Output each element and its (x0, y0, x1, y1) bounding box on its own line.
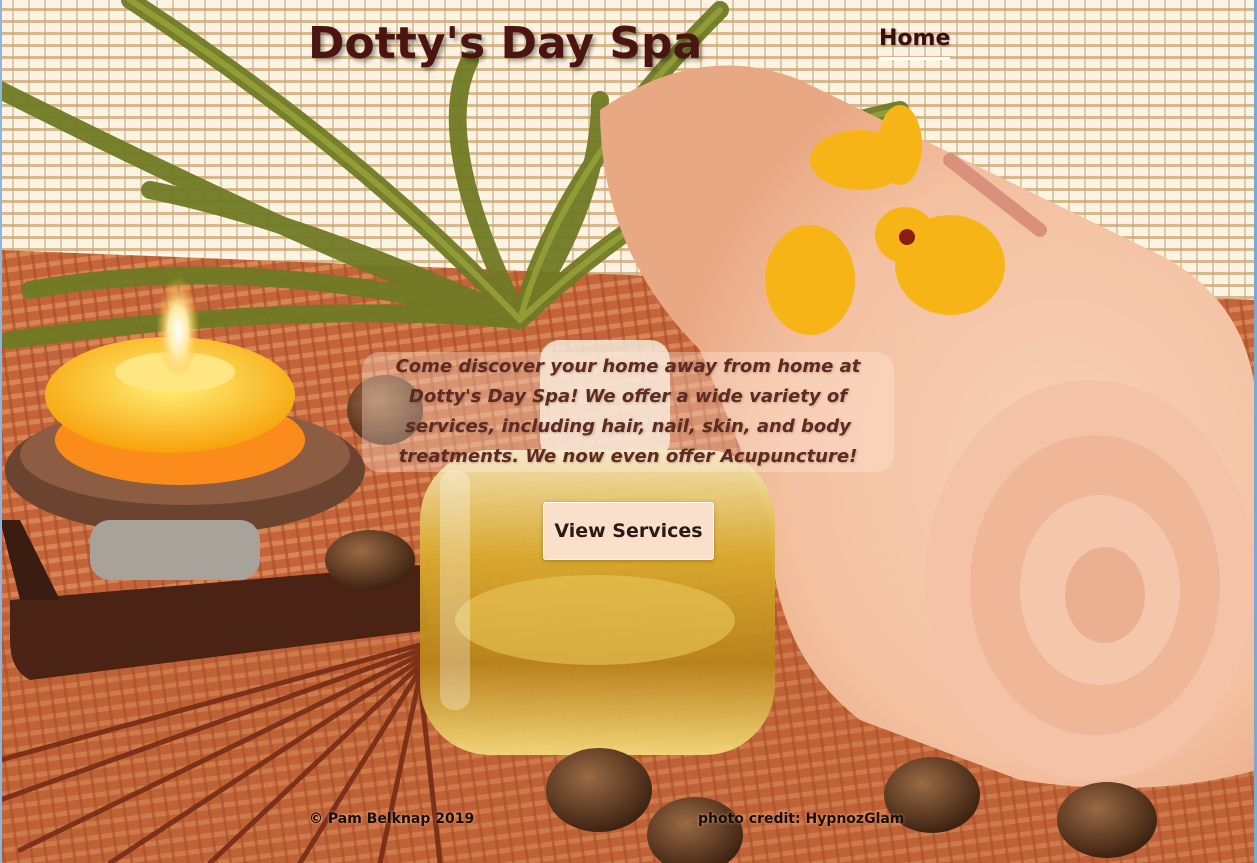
photo-credit-text: photo credit: HypnozGlam (698, 811, 905, 827)
copyright-text: © Pam Belknap 2019 (309, 811, 475, 827)
site-title: Dotty's Day Spa (308, 18, 703, 69)
nav-link-home[interactable]: Home (879, 26, 951, 60)
window-left-edge (0, 0, 2, 863)
view-services-button[interactable]: View Services (543, 502, 714, 560)
intro-text: Come discover your home away from home a… (395, 356, 861, 467)
intro-panel: Come discover your home away from home a… (362, 352, 894, 472)
